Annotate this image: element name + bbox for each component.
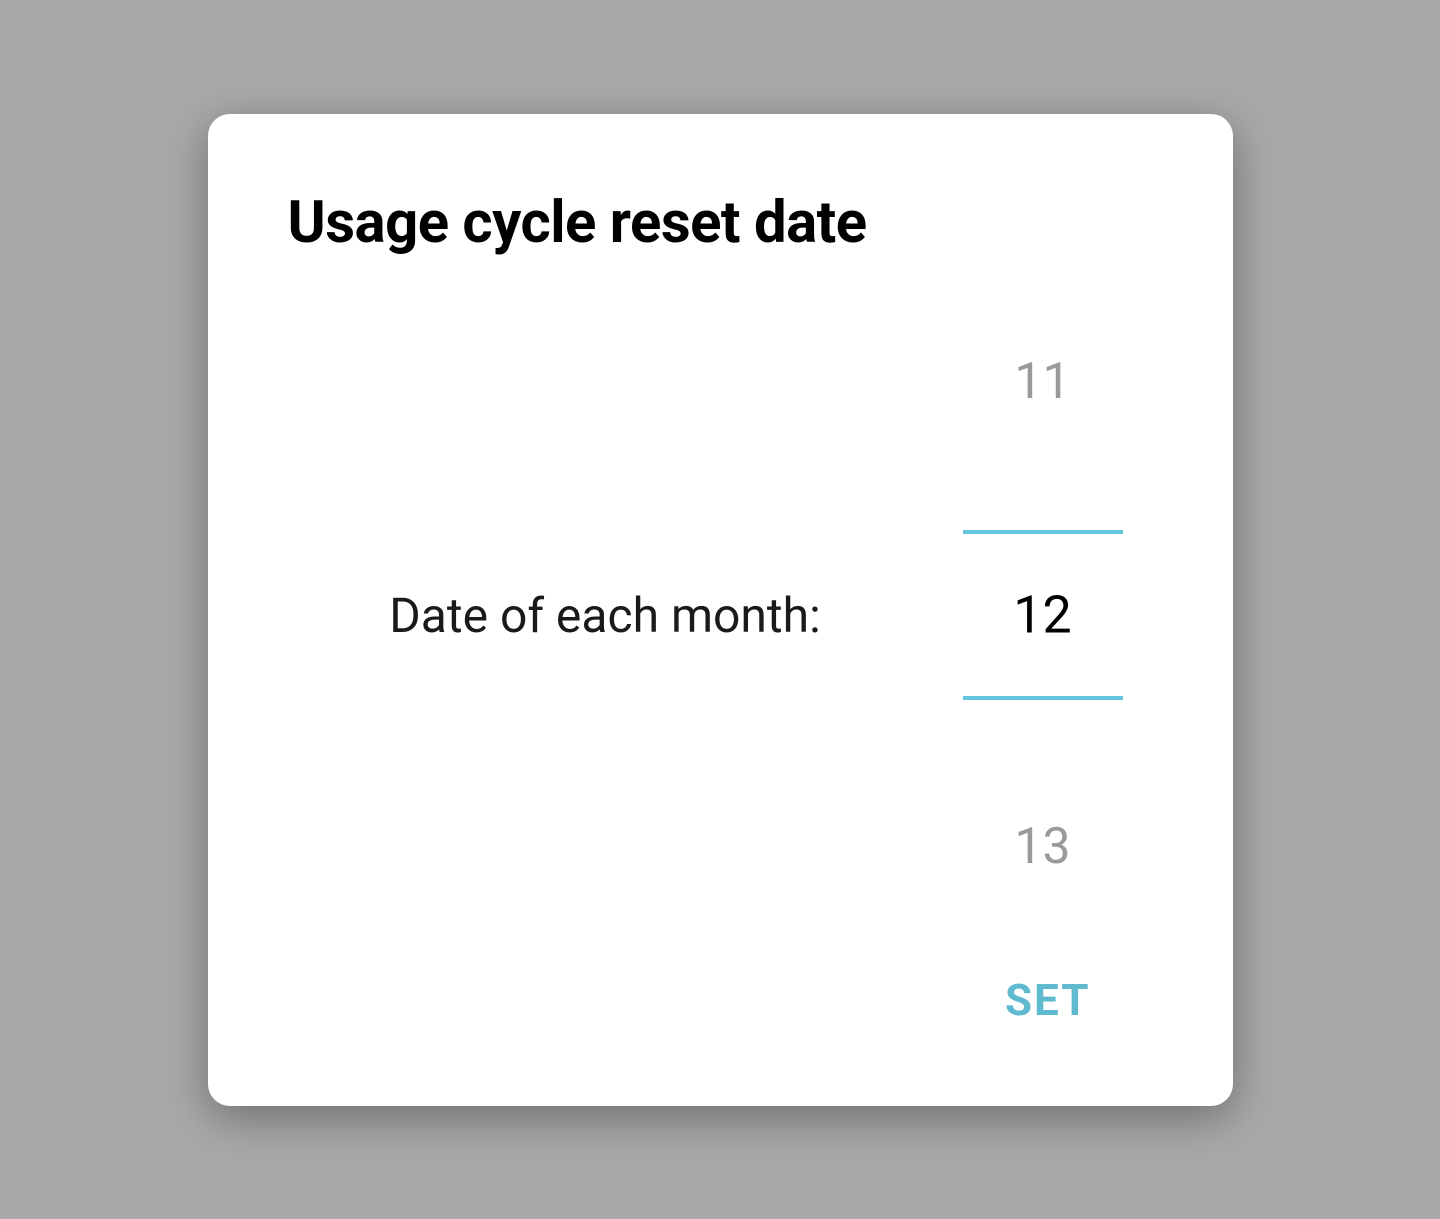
picker-prev-value[interactable]: 11 xyxy=(963,355,1123,410)
picker-divider-bottom xyxy=(963,696,1123,700)
reset-date-dialog: Usage cycle reset date Date of each mont… xyxy=(208,114,1233,1106)
picker-next-value[interactable]: 13 xyxy=(963,820,1123,875)
date-number-picker[interactable]: 11 12 13 xyxy=(963,335,1123,895)
set-button[interactable]: SET xyxy=(985,964,1111,1036)
picker-divider-top xyxy=(963,530,1123,534)
dialog-title: Usage cycle reset date xyxy=(288,189,1153,257)
picker-label: Date of each month: xyxy=(288,587,963,644)
picker-row: Date of each month: 11 12 13 xyxy=(288,267,1153,964)
dialog-actions: SET xyxy=(288,964,1153,1046)
picker-current-value[interactable]: 12 xyxy=(963,586,1123,643)
